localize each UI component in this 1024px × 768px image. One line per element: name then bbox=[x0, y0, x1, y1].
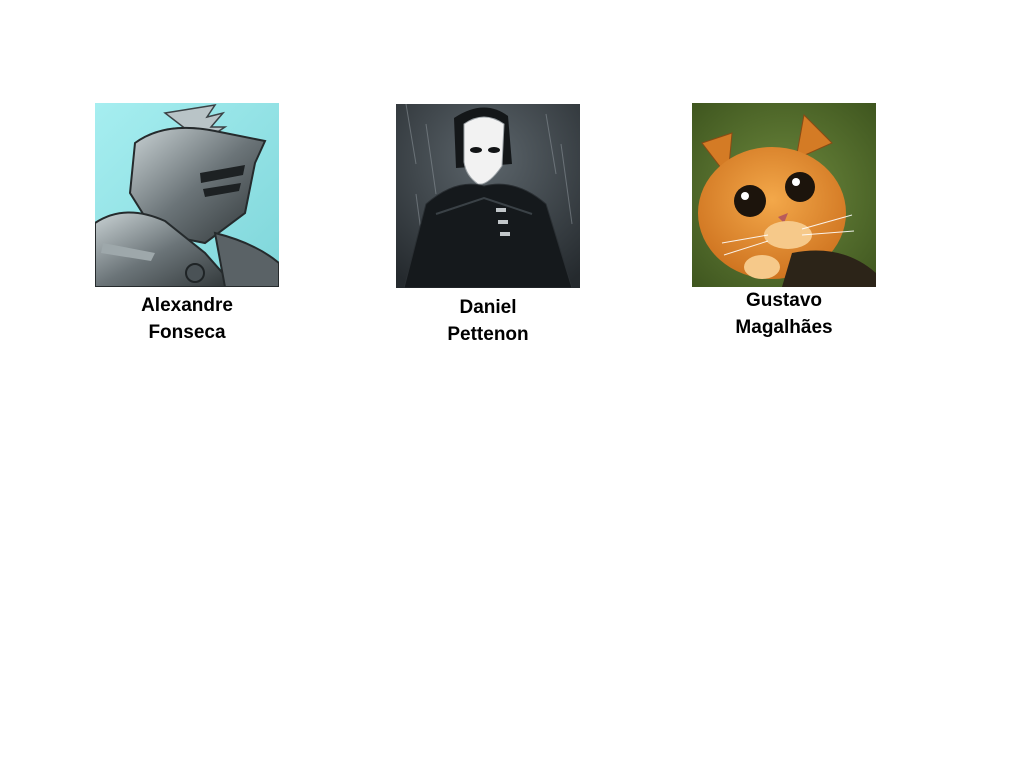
last-name: Magalhães bbox=[735, 317, 833, 338]
member-card-daniel: Daniel Pettenon bbox=[396, 104, 580, 348]
armored-knight-avatar bbox=[95, 103, 279, 287]
team-gallery: Alexandre Fonseca Daniel Pettenon Gustav… bbox=[0, 0, 1024, 768]
armored-knight-icon bbox=[95, 103, 279, 287]
first-name: Gustavo bbox=[745, 290, 823, 311]
member-name: Daniel Pettenon bbox=[396, 294, 580, 348]
member-name: Alexandre Fonseca bbox=[95, 292, 279, 346]
masked-figure-icon bbox=[396, 104, 580, 288]
member-name: Gustavo Magalhães bbox=[692, 287, 876, 341]
masked-figure-avatar bbox=[396, 104, 580, 288]
member-card-gustavo: Gustavo Magalhães bbox=[692, 103, 876, 341]
last-name: Pettenon bbox=[447, 324, 529, 345]
orange-cat-icon bbox=[692, 103, 876, 287]
last-name: Fonseca bbox=[148, 322, 226, 343]
orange-cat-avatar bbox=[692, 103, 876, 287]
member-card-alexandre: Alexandre Fonseca bbox=[95, 103, 279, 346]
first-name: Daniel bbox=[459, 297, 517, 318]
first-name: Alexandre bbox=[141, 295, 233, 316]
